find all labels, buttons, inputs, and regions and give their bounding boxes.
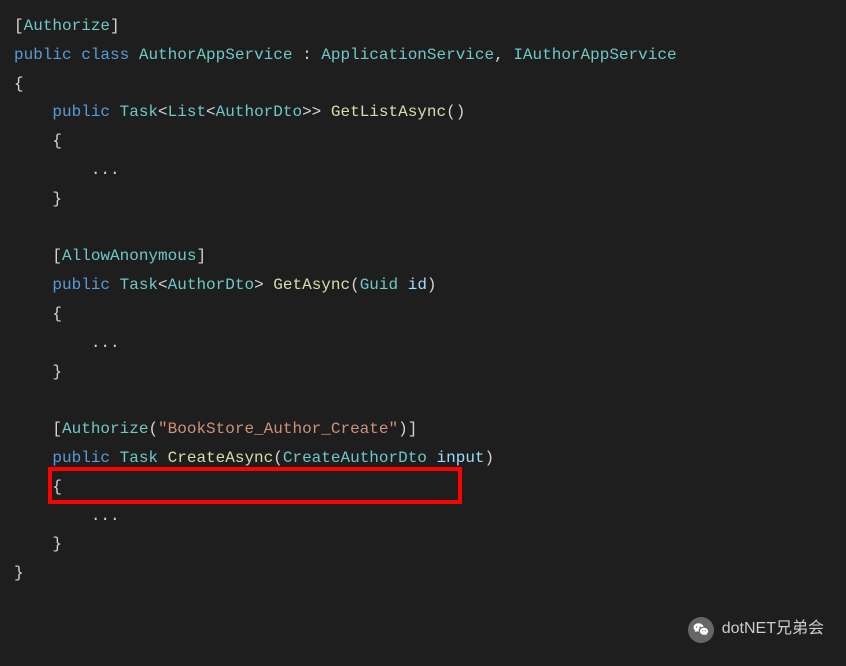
angle-bracket: > — [254, 276, 264, 294]
brace-close: } — [52, 535, 62, 553]
type-dto: AuthorDto — [216, 103, 302, 121]
bracket-close: ] — [408, 420, 418, 438]
keyword-public: public — [14, 46, 72, 64]
interface-name: IAuthorAppService — [513, 46, 676, 64]
ellipsis: ... — [91, 161, 120, 179]
type-task: Task — [120, 449, 158, 467]
type-task: Task — [120, 103, 158, 121]
paren-open: ( — [148, 420, 158, 438]
angle-bracket: < — [206, 103, 216, 121]
keyword-class: class — [81, 46, 129, 64]
param-type: CreateAuthorDto — [283, 449, 427, 467]
angle-bracket: < — [158, 103, 168, 121]
brace-close: } — [52, 363, 62, 381]
wechat-icon — [688, 617, 714, 643]
param-name: input — [437, 449, 485, 467]
brace-open: { — [52, 478, 62, 496]
string-literal: "BookStore_Author_Create" — [158, 420, 398, 438]
brace-close: } — [14, 564, 24, 582]
angle-bracket: < — [158, 276, 168, 294]
attribute-name: Authorize — [24, 17, 110, 35]
type-task: Task — [120, 276, 158, 294]
bracket-close: ] — [110, 17, 120, 35]
method-name: GetListAsync — [331, 103, 446, 121]
attribute-name: AllowAnonymous — [62, 247, 196, 265]
param-type: Guid — [360, 276, 398, 294]
paren-close: ) — [485, 449, 495, 467]
angle-bracket: >> — [302, 103, 321, 121]
type-dto: AuthorDto — [168, 276, 254, 294]
brace-open: { — [52, 132, 62, 150]
paren-open: ( — [273, 449, 283, 467]
bracket-close: ] — [196, 247, 206, 265]
class-name: AuthorAppService — [139, 46, 293, 64]
keyword-public: public — [52, 449, 110, 467]
keyword-public: public — [52, 276, 110, 294]
keyword-public: public — [52, 103, 110, 121]
paren-open: ( — [350, 276, 360, 294]
brace-open: { — [52, 305, 62, 323]
method-name: CreateAsync — [168, 449, 274, 467]
parens: () — [446, 103, 465, 121]
comma: , — [494, 46, 513, 64]
bracket-open: [ — [14, 17, 24, 35]
param-name: id — [408, 276, 427, 294]
colon: : — [292, 46, 321, 64]
brace-close: } — [52, 190, 62, 208]
watermark: dotNET兄弟会 — [688, 615, 824, 644]
ellipsis: ... — [91, 507, 120, 525]
type-list: List — [168, 103, 206, 121]
watermark-text: dotNET兄弟会 — [722, 615, 824, 644]
paren-close: ) — [427, 276, 437, 294]
brace-open: { — [14, 75, 24, 93]
bracket-open: [ — [52, 420, 62, 438]
bracket-open: [ — [52, 247, 62, 265]
paren-close: ) — [398, 420, 408, 438]
method-name: GetAsync — [273, 276, 350, 294]
ellipsis: ... — [91, 334, 120, 352]
code-block: [Authorize] public class AuthorAppServic… — [14, 12, 832, 588]
attribute-name: Authorize — [62, 420, 148, 438]
base-class: ApplicationService — [321, 46, 494, 64]
